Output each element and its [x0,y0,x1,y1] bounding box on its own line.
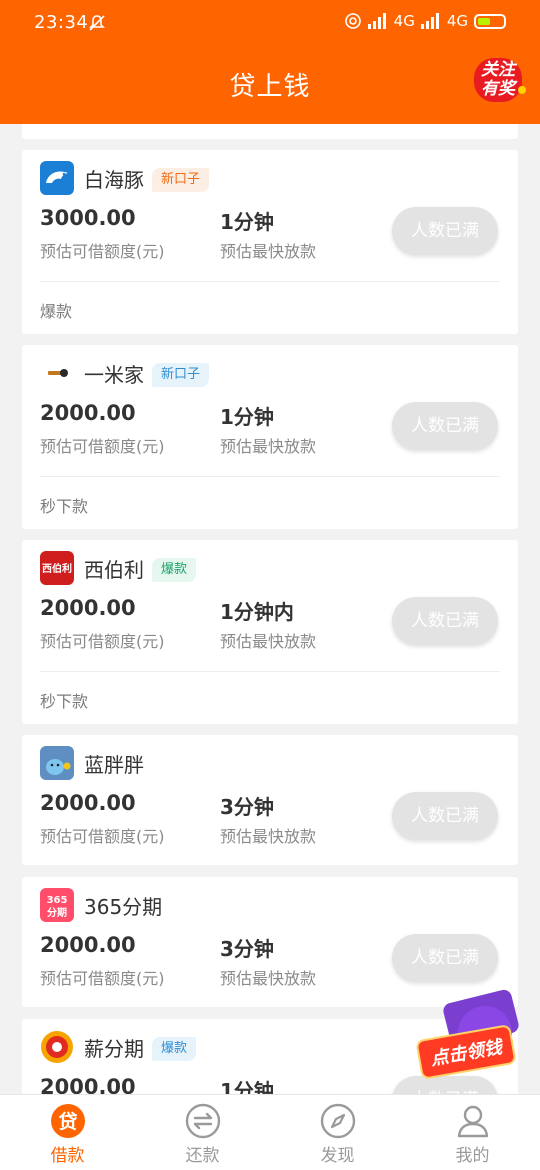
dolphin-logo-icon [40,161,74,195]
product-note: 秒下款 [40,497,89,516]
profile-icon [457,1105,488,1138]
tab-discover-label: 发现 [320,1146,355,1166]
loan-amount: 2000.00 [40,791,136,815]
product-name: 一米家 [84,363,144,387]
fastest-time: 1分钟 [220,1079,274,1094]
fastest-time: 3分钟 [220,795,274,819]
signal-icon [367,13,388,29]
status-bar: 23:34 4G 4G [0,0,540,46]
quota-full-button[interactable]: 人数已满 [392,934,498,982]
svg-text:贷: 贷 [58,1110,77,1133]
svg-text:西伯利: 西伯利 [42,562,72,575]
badge-dot-icon [518,86,526,94]
fastest-time: 1分钟内 [220,600,294,624]
bottom-tab-bar: 贷 借款 还款 发现 我的 [0,1094,540,1170]
product-card[interactable]: 西伯利 西伯利 爆款 2000.00 预估可借额度(元) 1分钟内 预估最快放款 人数已满 秒下… [22,540,518,724]
product-list[interactable]: 白海豚 新口子 3000.00 预估可借额度(元) 1分钟 预估最快放款 人数已满 爆款 一米家… [0,124,540,1094]
tab-discover[interactable]: 发现 [270,1095,405,1170]
tab-mine-label: 我的 [455,1146,490,1166]
blue-mascot-logo-icon [40,746,74,780]
follow-reward-label: 关注有奖 [474,58,522,102]
app-header: 23:34 4G 4G 贷上钱 关注有奖 [0,0,540,124]
repay-icon [185,1103,220,1139]
hotspot-icon [344,13,361,29]
fastest-time: 3分钟 [220,937,274,961]
fastest-time: 1分钟 [220,405,274,429]
product-tag: 新口子 [152,168,210,192]
signal-icon-2 [420,13,441,29]
svg-text:365: 365 [47,895,68,906]
claim-money-float[interactable]: 点击领钱 [415,988,526,1090]
loan-amount: 3000.00 [40,206,136,230]
mute-icon [89,15,105,31]
product-note: 秒下款 [40,692,89,711]
quota-full-button[interactable]: 人数已满 [392,597,498,645]
tab-loan[interactable]: 贷 借款 [0,1095,135,1170]
status-time: 23:34 [34,12,89,33]
network-label-1: 4G [393,12,415,30]
product-name: 薪分期 [84,1037,144,1061]
tab-repay[interactable]: 还款 [135,1095,270,1170]
product-tag: 新口子 [152,363,210,387]
fastest-time-label: 预估最快放款 [220,242,317,261]
network-label-2: 4G [446,12,468,30]
key-logo-icon [40,356,74,390]
loan-amount-label: 预估可借额度(元) [40,242,165,261]
quota-full-button[interactable]: 人数已满 [392,792,498,840]
loan-amount: 2000.00 [40,1075,136,1094]
page-title: 贷上钱 [229,72,311,102]
fastest-time-label: 预估最快放款 [220,632,317,651]
card-divider [40,281,500,282]
loan-amount: 2000.00 [40,933,136,957]
svg-text:分期: 分期 [47,906,67,919]
365-logo-icon: 365 分期 [40,888,74,922]
product-name: 蓝胖胖 [84,753,144,777]
fastest-time-label: 预估最快放款 [220,827,317,846]
product-card[interactable]: 白海豚 新口子 3000.00 预估可借额度(元) 1分钟预估最快放款 人数已满爆款 [22,150,518,334]
card-divider [40,476,500,477]
fastest-time: 1分钟 [220,210,274,234]
claim-money-label: 点击领钱 [415,1023,517,1081]
tab-mine[interactable]: 我的 [405,1095,540,1170]
card-divider [40,671,500,672]
tab-repay-label: 还款 [185,1146,220,1166]
fastest-time-label: 预估最快放款 [220,969,317,988]
product-name: 西伯利 [84,558,144,582]
loan-amount: 2000.00 [40,596,136,620]
tab-loan-label: 借款 [50,1146,85,1166]
compass-icon [320,1103,355,1139]
status-right: 4G 4G [344,12,506,30]
fastest-time-label: 预估最快放款 [220,437,317,456]
product-card[interactable]: 365 分期 365分期 2000.00 预估可借额度(元) 3分钟 预估最快放款 人数已满 [22,877,518,1007]
quota-full-button[interactable]: 人数已满 [392,402,498,450]
product-card[interactable]: 蓝胖胖 2000.00 预估可借额度(元) 3分钟预估最快放款 人数已满 [22,735,518,865]
loan-amount: 2000.00 [40,401,136,425]
product-tag: 爆款 [152,1037,197,1061]
loan-amount-label: 预估可借额度(元) [40,969,165,988]
loan-amount-label: 预估可借额度(元) [40,827,165,846]
product-card[interactable]: 一米家 新口子 2000.00 预估可借额度(元) 1分钟预估最快放款 人数已满秒下款 [22,345,518,529]
quota-full-button[interactable]: 人数已满 [392,207,498,255]
product-note: 爆款 [40,302,73,321]
xin-logo-icon [40,1030,74,1064]
xiboli-logo-icon: 西伯利 [40,551,74,585]
card-stub [22,124,518,139]
product-name: 365分期 [84,895,163,919]
loan-amount-label: 预估可借额度(元) [40,632,165,651]
loan-icon: 贷 [50,1104,85,1138]
product-tag: 爆款 [152,558,197,582]
battery-icon [474,13,506,29]
follow-reward-badge[interactable]: 关注有奖 [474,58,526,104]
product-name: 白海豚 [84,168,144,192]
loan-amount-label: 预估可借额度(元) [40,437,165,456]
